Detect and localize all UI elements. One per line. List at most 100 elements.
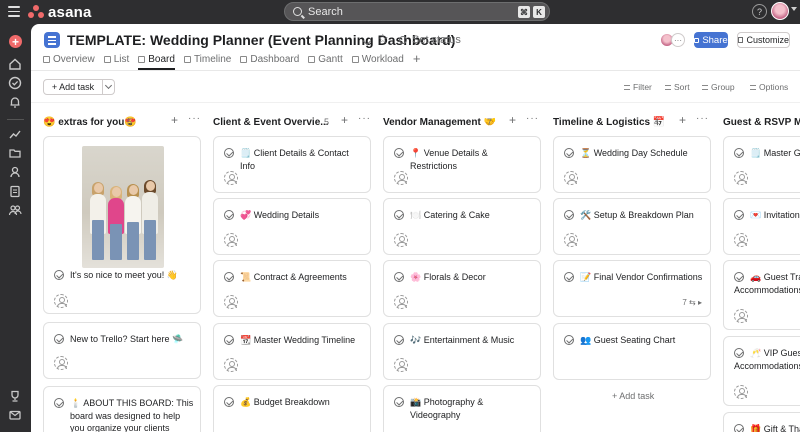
assignee-icon[interactable] [394, 358, 408, 372]
complete-checkbox[interactable] [564, 335, 574, 345]
add-task-button[interactable]: + Add task [43, 79, 103, 95]
project-members[interactable]: ··· [660, 33, 685, 47]
team-icon[interactable] [8, 203, 22, 217]
task-card[interactable]: 📆 Master Wedding Timeline [213, 323, 371, 380]
task-card[interactable]: 🎶 Entertainment & Music [383, 323, 541, 380]
complete-checkbox[interactable] [224, 397, 234, 407]
task-card[interactable]: 📝 Final Vendor Confirmations 7 ⇆ ▸ [553, 260, 711, 317]
task-card[interactable]: 🥂 VIP Guests & Accommodations [723, 336, 800, 406]
tab-workload[interactable]: Workload [351, 53, 404, 66]
my-tasks-icon[interactable] [8, 76, 22, 90]
task-card[interactable]: 📍 Venue Details & Restrictions [383, 136, 541, 193]
add-tab-button[interactable]: + [413, 52, 421, 65]
add-task-plus-icon[interactable]: + [679, 113, 686, 127]
assignee-icon[interactable] [224, 233, 238, 247]
task-card[interactable]: 🚗 Guest Travel Accommodations [723, 260, 800, 330]
task-card[interactable]: 🗒️ Client Details & Contact Info [213, 136, 371, 193]
task-card[interactable]: 🎁 Gift & Thank [723, 412, 800, 432]
task-card[interactable]: 🕯️ ABOUT THIS BOARD: This board was desi… [43, 386, 201, 432]
complete-checkbox[interactable] [224, 148, 234, 158]
portfolio-person-icon[interactable] [8, 165, 22, 179]
tab-timeline[interactable]: Timeline [183, 53, 231, 66]
complete-checkbox[interactable] [54, 398, 64, 408]
complete-checkbox[interactable] [224, 335, 234, 345]
add-task-plus-icon[interactable]: + [171, 113, 178, 127]
assignee-icon[interactable] [224, 295, 238, 309]
complete-checkbox[interactable] [564, 272, 574, 282]
assignee-icon[interactable] [394, 171, 408, 185]
asana-logo[interactable]: asana [28, 3, 92, 21]
column-header[interactable]: 😍 extras for you😍 5 + ··· [43, 113, 203, 130]
upgrade-trophy-icon[interactable] [8, 389, 22, 403]
goals-clipboard-icon[interactable] [8, 184, 22, 198]
column-menu-icon[interactable]: ··· [188, 113, 201, 124]
column-menu-icon[interactable]: ··· [526, 113, 539, 124]
column-add-task-button[interactable]: + Add task [612, 391, 654, 401]
project-title[interactable]: TEMPLATE: Wedding Planner (Event Plannin… [67, 32, 455, 48]
task-card[interactable]: 💰 Budget Breakdown [213, 385, 371, 432]
assignee-icon[interactable] [734, 385, 748, 399]
tab-overview[interactable]: Overview [43, 53, 95, 66]
add-task-plus-icon[interactable]: + [509, 113, 516, 127]
task-card[interactable]: ⏳ Wedding Day Schedule [553, 136, 711, 193]
task-card[interactable]: 📜 Contract & Agreements [213, 260, 371, 317]
assignee-icon[interactable] [564, 233, 578, 247]
task-card[interactable]: 📸 Photography & Videography [383, 385, 541, 432]
chevron-down-icon[interactable] [791, 7, 797, 11]
tab-dashboard[interactable]: Dashboard [240, 53, 299, 66]
group-button[interactable]: Group [702, 82, 735, 92]
task-card[interactable]: New to Trello? Start here 🛸 [43, 322, 201, 379]
share-button[interactable]: Share [694, 32, 728, 48]
help-button[interactable]: ? [752, 4, 767, 19]
subtask-count[interactable]: 7 ⇆ ▸ [682, 298, 702, 307]
column-header[interactable]: Vendor Management 🤝 7 + ··· [383, 113, 543, 130]
complete-checkbox[interactable] [564, 148, 574, 158]
assignee-icon[interactable] [734, 309, 748, 323]
task-card[interactable]: It's so nice to meet you! 👋 [43, 136, 201, 314]
reporting-icon[interactable] [8, 127, 22, 141]
task-card[interactable]: 👥 Guest Seating Chart [553, 323, 711, 380]
task-card[interactable]: 💞 Wedding Details [213, 198, 371, 255]
tab-board[interactable]: Board [138, 53, 175, 70]
task-card[interactable]: 🍽️ Catering & Cake [383, 198, 541, 255]
assignee-icon[interactable] [224, 358, 238, 372]
assignee-icon[interactable] [734, 233, 748, 247]
menu-icon[interactable] [8, 6, 20, 17]
assignee-icon[interactable] [734, 171, 748, 185]
assignee-icon[interactable] [394, 295, 408, 309]
invite-mail-icon[interactable] [8, 408, 22, 422]
complete-checkbox[interactable] [394, 397, 404, 407]
filter-button[interactable]: Filter [624, 82, 652, 92]
column-header[interactable]: Guest & RSVP Man [723, 114, 800, 130]
search-bar[interactable]: Search ⌘ K [284, 2, 550, 21]
task-card[interactable]: 💌 Invitation & I [723, 198, 800, 255]
complete-checkbox[interactable] [224, 272, 234, 282]
column-menu-icon[interactable]: ··· [696, 113, 709, 124]
assignee-icon[interactable] [394, 233, 408, 247]
projects-folder-icon[interactable] [8, 146, 22, 160]
complete-checkbox[interactable] [734, 148, 744, 158]
column-header[interactable]: Client & Event Overvie... 5 + ··· [213, 113, 373, 130]
complete-checkbox[interactable] [394, 210, 404, 220]
task-card[interactable]: 🛠️ Setup & Breakdown Plan [553, 198, 711, 255]
assignee-icon[interactable] [224, 171, 238, 185]
complete-checkbox[interactable] [394, 335, 404, 345]
set-status-button[interactable]: Set status [399, 34, 461, 46]
add-task-plus-icon[interactable]: + [341, 113, 348, 127]
project-board-icon[interactable] [44, 32, 60, 48]
complete-checkbox[interactable] [224, 210, 234, 220]
assignee-icon[interactable] [54, 294, 68, 308]
complete-checkbox[interactable] [734, 424, 744, 432]
create-button[interactable]: + [9, 35, 22, 48]
customize-button[interactable]: Customize [737, 32, 790, 48]
complete-checkbox[interactable] [54, 334, 64, 344]
star-icon[interactable]: ☆ [377, 31, 389, 47]
complete-checkbox[interactable] [394, 272, 404, 282]
column-menu-icon[interactable]: ··· [358, 113, 371, 124]
tab-gantt[interactable]: Gantt [308, 53, 343, 66]
tab-list[interactable]: List [103, 53, 129, 66]
column-header[interactable]: Timeline & Logistics 📅 4 + ··· [553, 113, 713, 130]
complete-checkbox[interactable] [734, 210, 744, 220]
task-card[interactable]: 🗒️ Master Gues [723, 136, 800, 193]
task-card[interactable]: 🌸 Florals & Decor [383, 260, 541, 317]
